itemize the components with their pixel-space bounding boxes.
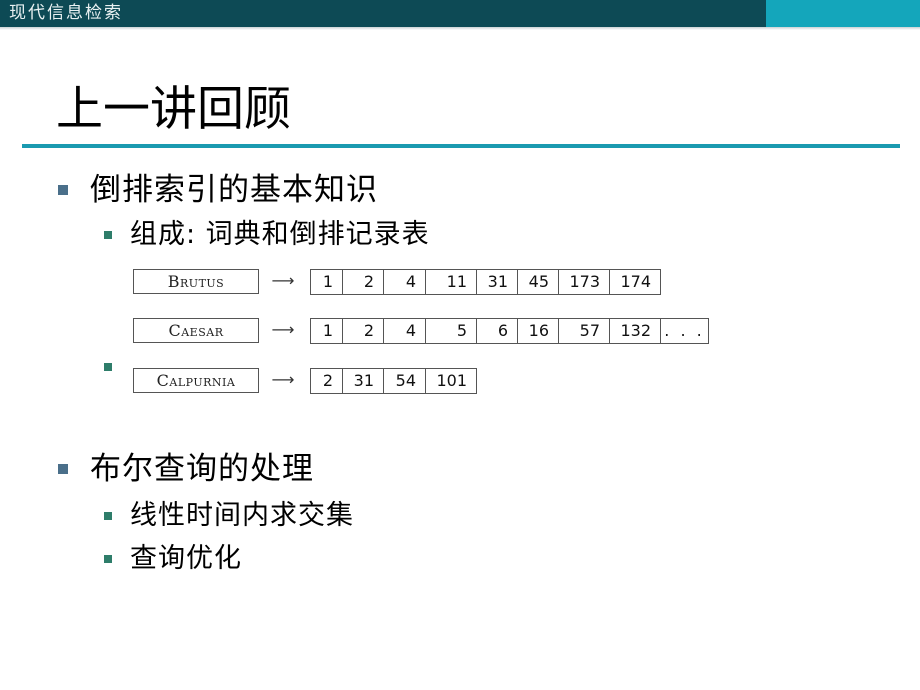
posting-docid: 132 <box>610 319 661 343</box>
posting-docid: 11 <box>426 270 477 294</box>
posting-docid: 174 <box>610 270 661 294</box>
arrow-icon: ⟶ <box>271 320 295 339</box>
posting-docid: 45 <box>518 270 559 294</box>
arrow-icon: ⟶ <box>271 271 295 290</box>
sub-bullet-text: 查询优化 <box>130 543 242 574</box>
bullet-square-icon <box>58 464 68 474</box>
sub-bullet-square-icon <box>104 512 112 520</box>
dictionary-term: Calpurnia <box>133 368 259 393</box>
slide-title: 上一讲回顾 <box>56 82 291 137</box>
posting-docid: 5 <box>426 319 477 343</box>
posting-docid: 1 <box>311 270 343 294</box>
posting-docid: 101 <box>426 369 477 393</box>
posting-docid: 16 <box>518 319 559 343</box>
postings-list: 1 2 4 5 6 16 57 132. . . <box>310 318 709 344</box>
posting-docid: 31 <box>477 270 518 294</box>
posting-docid: 2 <box>343 270 384 294</box>
posting-docid: 4 <box>384 270 426 294</box>
posting-docid: 54 <box>384 369 426 393</box>
bullet-text: 倒排索引的基本知识 <box>90 172 378 208</box>
posting-docid: 2 <box>311 369 343 393</box>
sub-bullet-text: 线性时间内求交集 <box>130 500 354 531</box>
bullet-text: 布尔查询的处理 <box>90 451 314 487</box>
postings-list: 2 31 54 101 <box>310 368 477 394</box>
posting-docid: . . . <box>661 319 709 343</box>
header-accent-block <box>766 0 920 27</box>
sub-bullet-square-icon <box>104 363 112 371</box>
sub-bullet-square-icon <box>104 231 112 239</box>
posting-docid: 31 <box>343 369 384 393</box>
posting-docid: 173 <box>559 270 610 294</box>
posting-docid: 1 <box>311 319 343 343</box>
dictionary-term: Caesar <box>133 318 259 343</box>
posting-docid: 57 <box>559 319 610 343</box>
course-title: 现代信息检索 <box>9 3 123 23</box>
postings-list: 1 2 4 11 31 45 173 174 <box>310 269 661 295</box>
bullet-square-icon <box>58 185 68 195</box>
title-underline <box>22 144 900 148</box>
posting-docid: 2 <box>343 319 384 343</box>
header-shadow <box>0 27 920 30</box>
arrow-icon: ⟶ <box>271 370 295 389</box>
sub-bullet-text: 组成: 词典和倒排记录表 <box>130 219 430 250</box>
posting-docid: 4 <box>384 319 426 343</box>
posting-docid: 6 <box>477 319 518 343</box>
dictionary-term: Brutus <box>133 269 259 294</box>
sub-bullet-square-icon <box>104 555 112 563</box>
